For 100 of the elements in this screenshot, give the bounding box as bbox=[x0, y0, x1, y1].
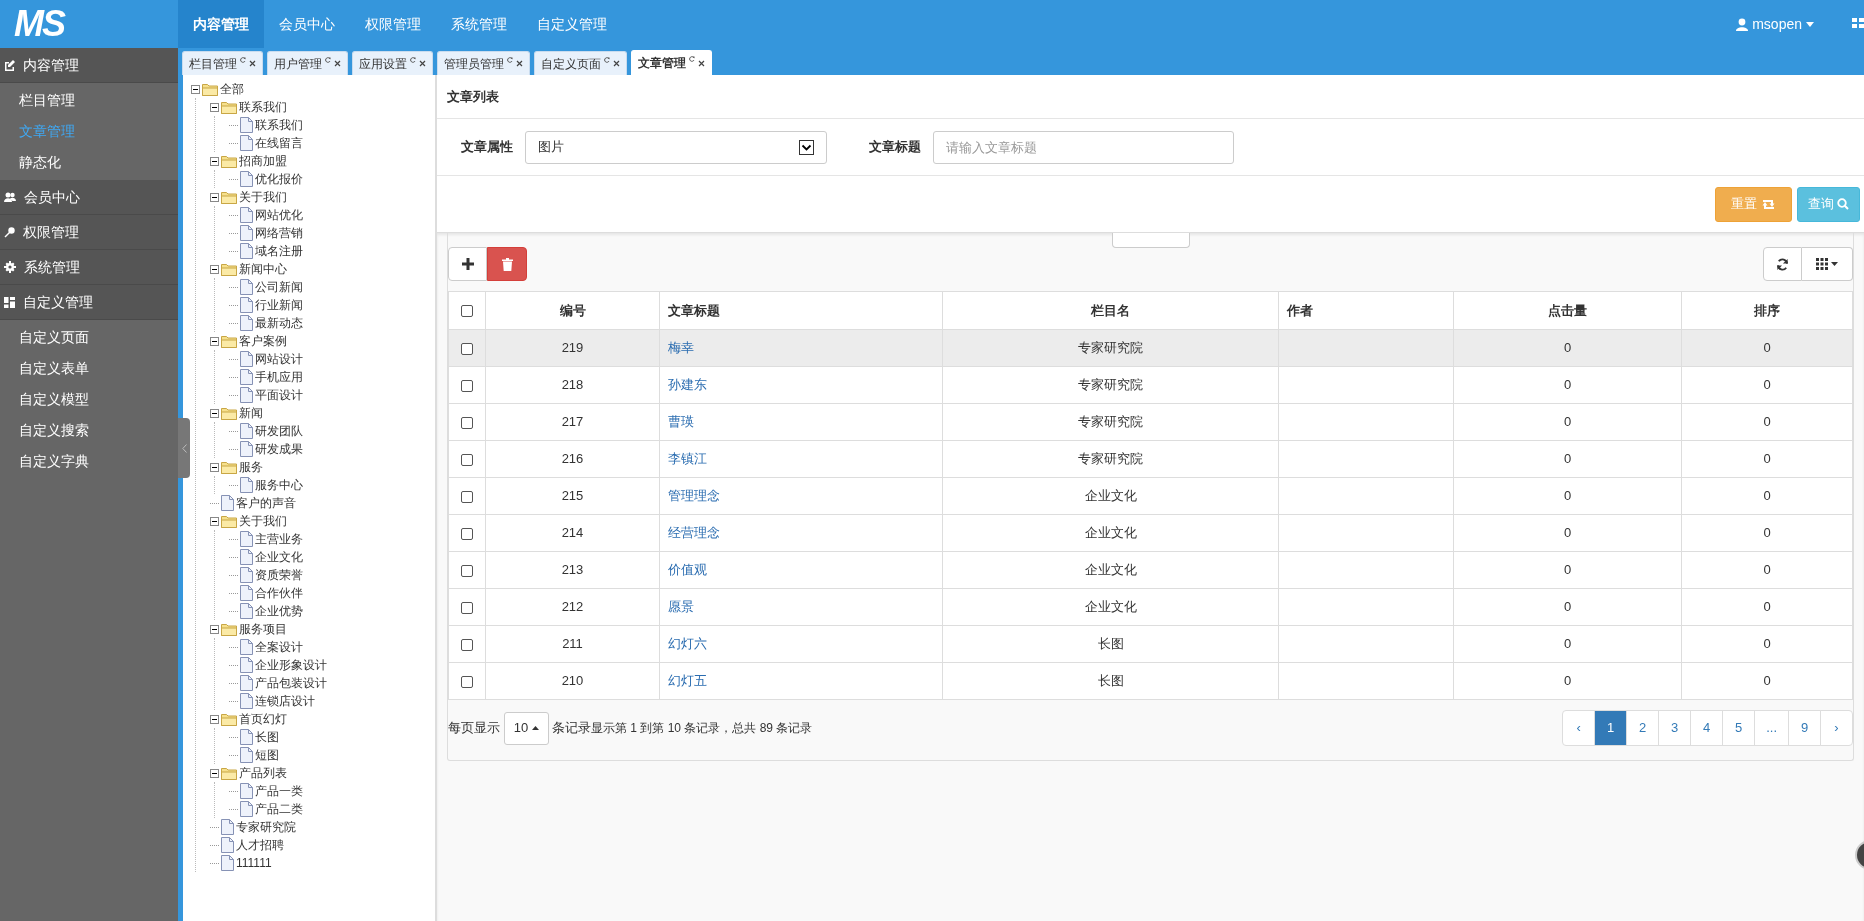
column-header[interactable]: 点击量 bbox=[1548, 302, 1587, 318]
tree-node[interactable]: 在线留言 bbox=[255, 134, 303, 152]
row-checkbox[interactable] bbox=[461, 453, 473, 466]
sidebar-item[interactable]: 自定义模型 bbox=[0, 384, 178, 415]
page-link[interactable]: ‹ bbox=[1562, 710, 1596, 746]
sidebar-group[interactable]: 会员中心 bbox=[0, 180, 178, 215]
tree-node[interactable]: 首页幻灯 bbox=[239, 710, 287, 728]
sidebar-group[interactable]: 权限管理 bbox=[0, 215, 178, 250]
table-row[interactable]: 214 经营理念 企业文化 0 0 bbox=[448, 514, 1853, 552]
tree-node[interactable]: 关于我们 bbox=[239, 512, 287, 530]
row-checkbox[interactable] bbox=[461, 675, 473, 688]
collapse-icon[interactable] bbox=[191, 84, 200, 94]
collapse-icon[interactable] bbox=[210, 516, 219, 526]
grid-icon[interactable] bbox=[1852, 18, 1864, 28]
tree-node[interactable]: 网络营销 bbox=[255, 224, 303, 242]
title-link[interactable]: 愿景 bbox=[668, 599, 694, 615]
select-all-checkbox[interactable] bbox=[461, 305, 473, 318]
page-tab[interactable]: 文章管理 bbox=[631, 50, 712, 75]
table-row[interactable]: 215 管理理念 企业文化 0 0 bbox=[448, 477, 1853, 515]
collapse-icon[interactable] bbox=[210, 714, 219, 724]
title-link[interactable]: 曹瑛 bbox=[668, 414, 694, 430]
page-link[interactable]: › bbox=[1820, 710, 1853, 746]
tree-node[interactable]: 产品包装设计 bbox=[255, 674, 327, 692]
tree-node[interactable]: 域名注册 bbox=[255, 242, 303, 260]
tree-node[interactable]: 人才招聘 bbox=[236, 836, 284, 854]
page-link[interactable]: 1 bbox=[1594, 710, 1628, 746]
tree-node[interactable]: 新闻 bbox=[239, 404, 263, 422]
close-icon[interactable] bbox=[334, 60, 341, 67]
table-row[interactable]: 213 价值观 企业文化 0 0 bbox=[448, 551, 1853, 589]
sidebar-item[interactable]: 静态化 bbox=[0, 147, 178, 178]
sidebar-item[interactable]: 自定义表单 bbox=[0, 353, 178, 384]
tree-node[interactable]: 手机应用 bbox=[255, 368, 303, 386]
title-link[interactable]: 管理理念 bbox=[668, 488, 720, 504]
table-row[interactable]: 211 幻灯六 长图 0 0 bbox=[448, 625, 1853, 663]
title-link[interactable]: 李镇江 bbox=[668, 451, 707, 467]
tree-node[interactable]: 网站优化 bbox=[255, 206, 303, 224]
row-checkbox[interactable] bbox=[461, 601, 473, 614]
tree-node[interactable]: 研发成果 bbox=[255, 440, 303, 458]
sidebar-group[interactable]: 系统管理 bbox=[0, 250, 178, 285]
collapse-icon[interactable] bbox=[210, 768, 219, 778]
refresh-icon[interactable] bbox=[604, 57, 610, 63]
tree-node[interactable]: 关于我们 bbox=[239, 188, 287, 206]
collapse-icon[interactable] bbox=[210, 102, 219, 112]
page-link[interactable]: 3 bbox=[1658, 710, 1692, 746]
tree-node[interactable]: 服务项目 bbox=[239, 620, 287, 638]
tree-node[interactable]: 资质荣誉 bbox=[255, 566, 303, 584]
tree-node[interactable]: 企业文化 bbox=[255, 548, 303, 566]
collapse-icon[interactable] bbox=[210, 264, 219, 274]
column-header[interactable]: 排序 bbox=[1754, 302, 1780, 318]
page-link[interactable]: ... bbox=[1754, 710, 1789, 746]
page-tab[interactable]: 栏目管理 bbox=[182, 51, 263, 75]
collapse-icon[interactable] bbox=[210, 336, 219, 346]
title-link[interactable]: 幻灯六 bbox=[668, 636, 707, 652]
collapse-icon[interactable] bbox=[210, 624, 219, 634]
tree-node[interactable]: 招商加盟 bbox=[239, 152, 287, 170]
tree-node[interactable]: 长图 bbox=[255, 728, 279, 746]
tree-node[interactable]: 111111 bbox=[236, 854, 272, 872]
column-header[interactable]: 编号 bbox=[559, 302, 586, 318]
page-link[interactable]: 9 bbox=[1788, 710, 1821, 746]
table-row[interactable]: 218 孙建东 专家研究院 0 0 bbox=[448, 366, 1853, 404]
column-header[interactable]: 文章标题 bbox=[668, 302, 720, 318]
row-checkbox[interactable] bbox=[461, 490, 473, 503]
tree-node[interactable]: 服务 bbox=[239, 458, 263, 476]
table-row[interactable]: 219 梅幸 专家研究院 0 0 bbox=[448, 329, 1853, 367]
tree-node[interactable]: 合作伙伴 bbox=[255, 584, 303, 602]
delete-button[interactable] bbox=[487, 247, 527, 281]
page-tab[interactable]: 管理员管理 bbox=[437, 51, 530, 75]
row-checkbox[interactable] bbox=[461, 379, 473, 392]
column-header[interactable]: 作者 bbox=[1287, 302, 1313, 318]
tree-node[interactable]: 企业优势 bbox=[255, 602, 303, 620]
tree-node[interactable]: 连锁店设计 bbox=[255, 692, 315, 710]
collapse-handle[interactable] bbox=[1111, 233, 1190, 248]
collapse-icon[interactable] bbox=[210, 462, 219, 472]
close-icon[interactable] bbox=[249, 60, 256, 67]
sidebar-item[interactable]: 自定义搜索 bbox=[0, 415, 178, 446]
tree-node[interactable]: 行业新闻 bbox=[255, 296, 303, 314]
sidebar-group[interactable]: 内容管理 bbox=[0, 48, 178, 83]
row-checkbox[interactable] bbox=[461, 527, 473, 540]
collapse-icon[interactable] bbox=[210, 156, 219, 166]
title-link[interactable]: 梅幸 bbox=[668, 340, 694, 356]
refresh-icon[interactable] bbox=[410, 57, 416, 63]
tree-node[interactable]: 客户案例 bbox=[239, 332, 287, 350]
title-link[interactable]: 孙建东 bbox=[668, 377, 707, 393]
tree-node[interactable]: 平面设计 bbox=[255, 386, 303, 404]
table-row[interactable]: 210 幻灯五 长图 0 0 bbox=[448, 662, 1853, 700]
refresh-icon[interactable] bbox=[240, 57, 246, 63]
tree-node[interactable]: 客户的声音 bbox=[236, 494, 296, 512]
column-header[interactable]: 栏目名 bbox=[1091, 302, 1130, 318]
sidebar-item[interactable]: 栏目管理 bbox=[0, 85, 178, 116]
tree-node[interactable]: 公司新闻 bbox=[255, 278, 303, 296]
input-field[interactable]: 请输入文章标题 bbox=[933, 130, 1234, 164]
close-icon[interactable] bbox=[419, 60, 426, 67]
tree-node[interactable]: 最新动态 bbox=[255, 314, 303, 332]
refresh-icon[interactable] bbox=[507, 57, 513, 63]
table-row[interactable]: 217 曹瑛 专家研究院 0 0 bbox=[448, 403, 1853, 441]
page-tab[interactable]: 应用设置 bbox=[352, 51, 433, 75]
page-tab[interactable]: 自定义页面 bbox=[534, 51, 627, 75]
row-checkbox[interactable] bbox=[461, 638, 473, 651]
tree-node[interactable]: 产品列表 bbox=[239, 764, 287, 782]
refresh-icon[interactable] bbox=[325, 57, 331, 63]
